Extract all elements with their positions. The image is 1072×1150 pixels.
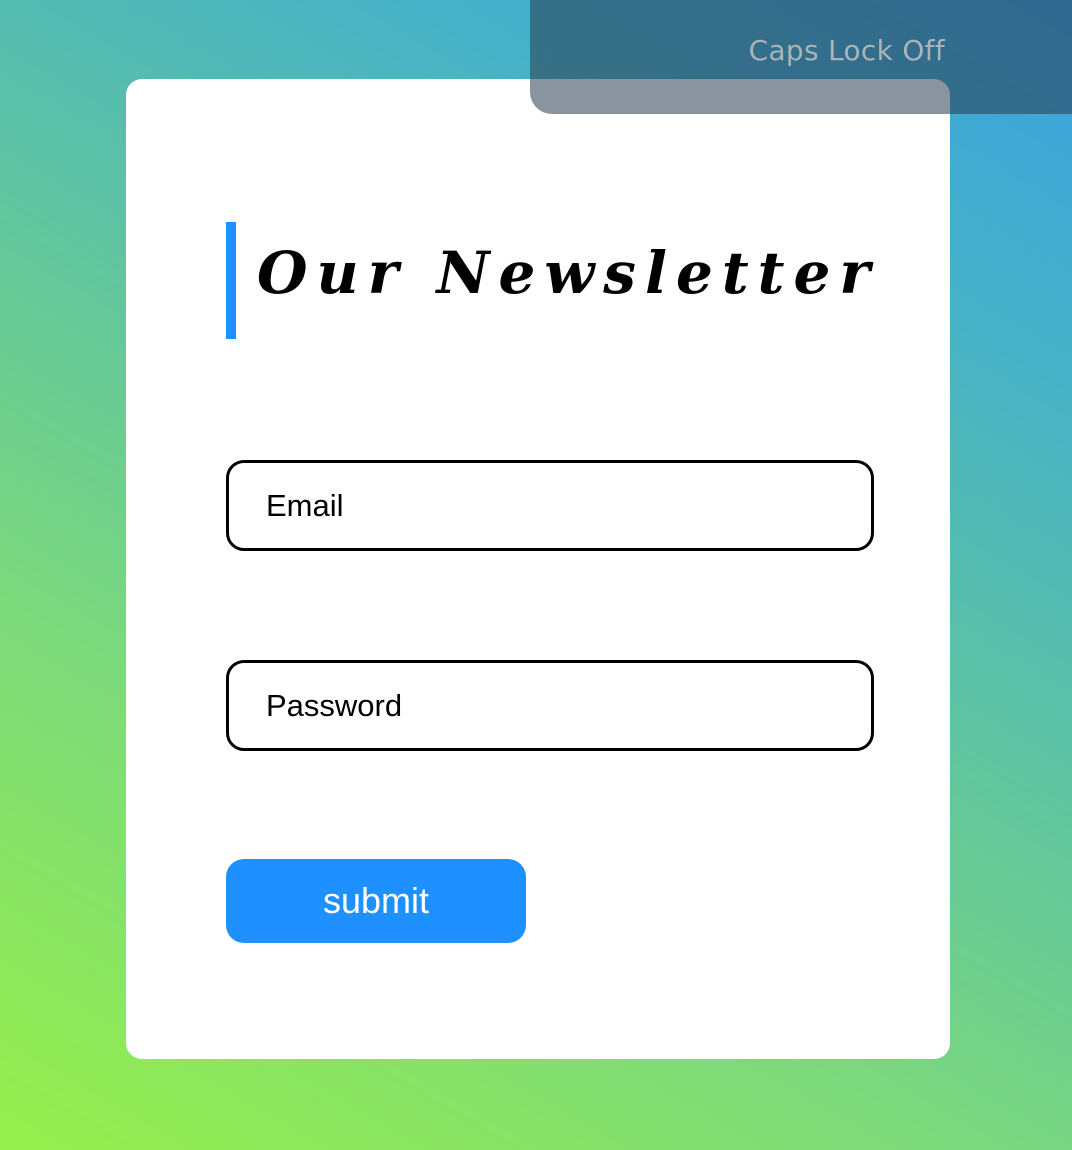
password-field[interactable]: Password	[226, 660, 874, 751]
caps-lock-status-text: Caps Lock Off	[748, 34, 945, 67]
submit-button[interactable]: submit	[226, 859, 526, 943]
caps-lock-indicator: Caps Lock Off	[530, 0, 1072, 114]
newsletter-card: Our Newsletter Email Password submit	[126, 79, 950, 1059]
email-placeholder: Email	[266, 487, 344, 523]
password-placeholder: Password	[266, 687, 403, 723]
title-accent-bar	[226, 222, 236, 339]
email-field[interactable]: Email	[226, 460, 874, 551]
page-title: Our Newsletter	[257, 239, 879, 307]
